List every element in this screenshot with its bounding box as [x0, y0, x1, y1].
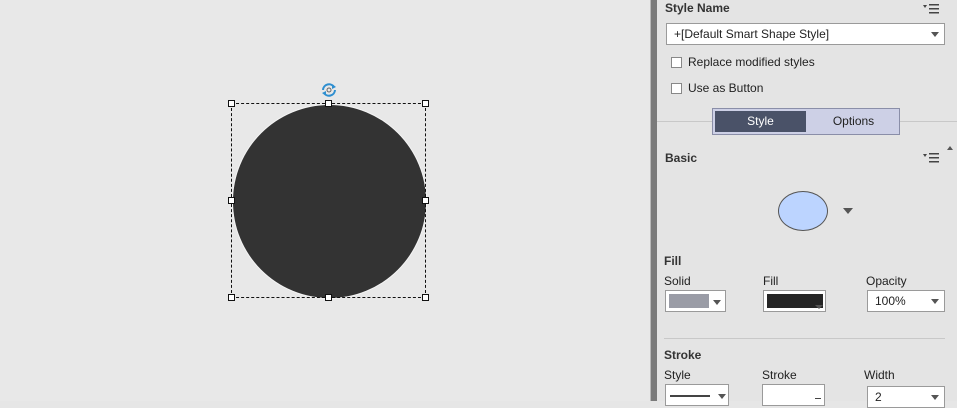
chevron-down-icon: [718, 394, 726, 399]
replace-modified-styles-checkbox[interactable]: [671, 56, 682, 68]
opacity-value: 100%: [875, 294, 906, 308]
stroke-style-label: Style: [664, 368, 691, 382]
resize-handle-nw[interactable]: [228, 100, 235, 107]
opacity-label: Opacity: [866, 274, 907, 288]
menu-icon[interactable]: [922, 151, 940, 165]
style-name-title: Style Name: [665, 1, 730, 15]
replace-modified-styles-row[interactable]: Replace modified styles: [671, 55, 815, 69]
shape-preview[interactable]: [778, 191, 828, 231]
fill-color-label: Fill: [763, 274, 779, 288]
fill-type-swatch: [669, 294, 709, 308]
stroke-color-indicator: [815, 398, 821, 399]
fill-type-select[interactable]: [665, 290, 726, 312]
stroke-style-select[interactable]: [665, 384, 729, 406]
fill-type-label: Solid: [664, 274, 691, 288]
use-as-button-checkbox[interactable]: [671, 82, 682, 94]
stroke-width-value: 2: [875, 390, 882, 404]
opacity-select[interactable]: 100%: [867, 290, 945, 312]
chevron-down-icon: [931, 395, 939, 400]
style-name-value: +[Default Smart Shape Style]: [674, 27, 830, 41]
tab-style[interactable]: Style: [715, 111, 806, 132]
stroke-width-select[interactable]: 2: [867, 386, 945, 408]
use-as-button-row[interactable]: Use as Button: [671, 81, 763, 95]
stroke-style-line: [670, 395, 710, 397]
resize-handle-s[interactable]: [325, 294, 332, 301]
chevron-down-icon: [931, 299, 939, 304]
tab-options[interactable]: Options: [808, 109, 899, 134]
basic-title: Basic: [665, 151, 698, 165]
style-name-select[interactable]: +[Default Smart Shape Style]: [666, 23, 945, 45]
resize-handle-ne[interactable]: [422, 100, 429, 107]
chevron-down-icon: [713, 300, 721, 305]
stroke-color-label: Stroke: [762, 368, 797, 382]
style-options-tabs: Style Options: [712, 108, 900, 135]
separator: [664, 338, 945, 339]
chevron-down-icon[interactable]: [843, 208, 853, 214]
resize-handle-sw[interactable]: [228, 294, 235, 301]
menu-icon[interactable]: [922, 2, 940, 16]
resize-handle-e[interactable]: [422, 197, 429, 204]
stroke-color-picker[interactable]: [762, 384, 825, 406]
use-as-button-label: Use as Button: [688, 81, 764, 95]
scroll-up-icon[interactable]: [947, 146, 953, 150]
stroke-width-label: Width: [864, 368, 895, 382]
stage-canvas[interactable]: [0, 0, 651, 401]
fill-color-picker[interactable]: [763, 290, 826, 312]
resize-handle-n[interactable]: [325, 100, 332, 107]
properties-panel: Style Name +[Default Smart Shape Style] …: [657, 0, 957, 408]
selection-box: [231, 103, 426, 298]
chevron-down-icon: [931, 32, 939, 37]
chevron-down-icon: [815, 305, 823, 309]
rotate-icon[interactable]: [320, 81, 338, 99]
fill-title: Fill: [664, 254, 682, 268]
replace-modified-styles-label: Replace modified styles: [688, 55, 815, 69]
resize-handle-se[interactable]: [422, 294, 429, 301]
stroke-title: Stroke: [664, 348, 702, 362]
resize-handle-w[interactable]: [228, 197, 235, 204]
